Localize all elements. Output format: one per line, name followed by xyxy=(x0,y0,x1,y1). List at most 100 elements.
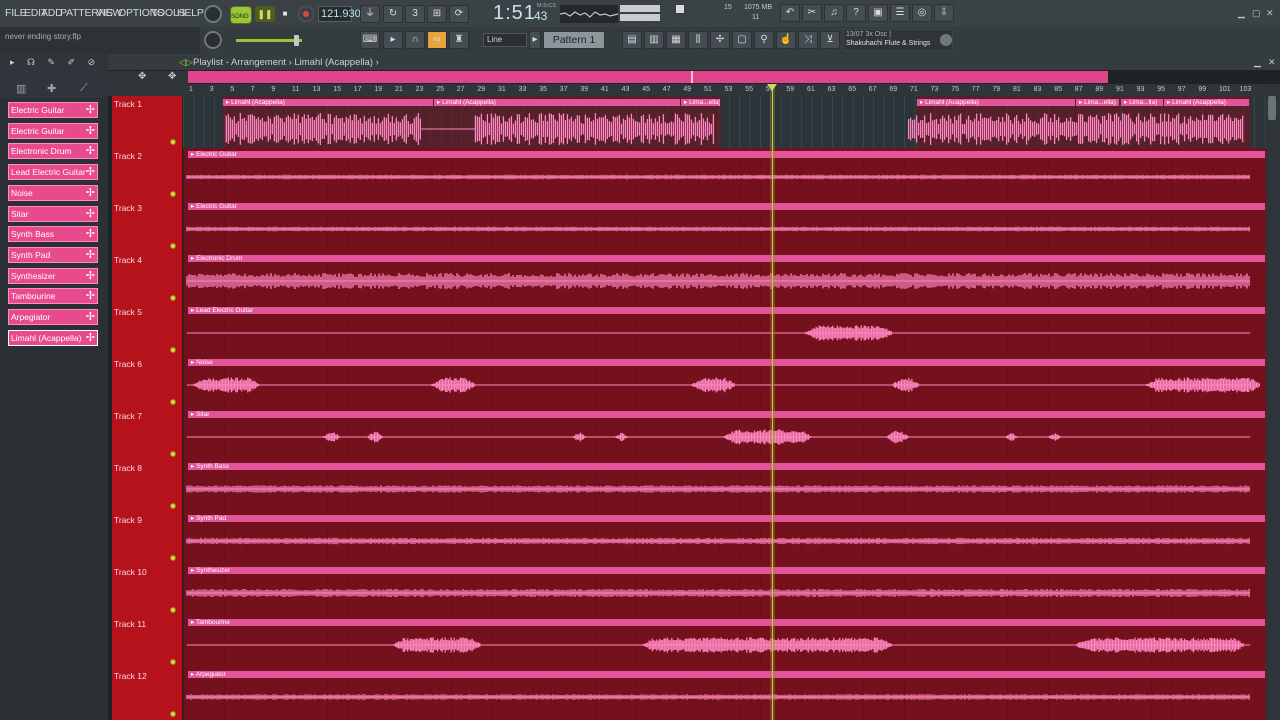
track-name[interactable]: Track 5 xyxy=(114,307,142,317)
track-mute-led[interactable] xyxy=(170,711,176,717)
record-button[interactable] xyxy=(298,6,314,22)
piano-roll-icon[interactable]: ▥ xyxy=(644,31,664,49)
channel-button[interactable]: Tambourine ✢ xyxy=(8,288,98,305)
channel-button[interactable]: Synth Pad ✢ xyxy=(8,246,98,263)
plug-icon[interactable]: ⚲ xyxy=(754,31,774,49)
menu-help[interactable]: HELP xyxy=(177,7,204,19)
channel-plus-icon[interactable]: ✢ xyxy=(86,289,95,303)
channel-button[interactable]: Arpegiator ✢ xyxy=(8,309,98,325)
channel-button[interactable]: Synth Bass ✢ xyxy=(8,226,98,243)
channel-plus-icon[interactable]: ✢ xyxy=(86,269,95,283)
track-name[interactable]: Track 8 xyxy=(114,463,142,473)
channel-plus-icon[interactable]: ✢ xyxy=(86,165,95,179)
channel-plus-icon[interactable]: ✢ xyxy=(86,207,95,221)
track-name[interactable]: Track 12 xyxy=(114,671,147,681)
countdown-icon[interactable]: 3 xyxy=(405,5,425,23)
minimize-icon[interactable]: ▁ xyxy=(1238,8,1245,19)
cut-icon[interactable]: ✂ xyxy=(802,4,822,22)
pattern-nav-icon[interactable]: ▸ xyxy=(529,31,541,49)
channel-plus-icon[interactable]: ✢ xyxy=(86,331,95,345)
channel-button[interactable]: Noise ✢ xyxy=(8,184,98,201)
undo-icon[interactable]: ↶ xyxy=(780,4,800,22)
wait-input-icon[interactable]: ↻ xyxy=(383,5,403,23)
help-icon[interactable]: ? xyxy=(846,4,866,22)
master-volume-slider[interactable] xyxy=(236,39,302,42)
snap-selector[interactable]: Line xyxy=(483,33,527,47)
save-icon[interactable]: ▣ xyxy=(868,4,888,22)
channel-plus-icon[interactable]: ✢ xyxy=(86,103,95,117)
track-name[interactable]: Track 1 xyxy=(114,99,142,109)
toggle-icon[interactable]: ⤨ xyxy=(798,31,818,49)
playlist-minimize-icon[interactable]: ▁ xyxy=(1254,57,1261,68)
loop-record-icon[interactable]: ⟳ xyxy=(449,5,469,23)
globe-icon[interactable] xyxy=(940,34,952,46)
tempo-display[interactable]: 121.930 xyxy=(318,6,361,22)
track-mute-led[interactable] xyxy=(170,659,176,665)
track-mute-led[interactable] xyxy=(170,243,176,249)
picker-brush-icon[interactable]: ⟋ xyxy=(80,82,88,95)
stamp-icon[interactable]: ♜ xyxy=(449,31,469,49)
channel-plus-icon[interactable]: ✢ xyxy=(86,310,95,324)
picker-pattern-icon[interactable]: ▥ xyxy=(16,82,26,95)
track-mute-led[interactable] xyxy=(170,191,176,197)
track-name[interactable]: Track 11 xyxy=(114,619,146,629)
playlist-arrow-icon[interactable]: ◁▷ xyxy=(179,57,193,68)
zoom-out-icon[interactable]: ✥ xyxy=(168,71,176,82)
channel-button[interactable]: Electric Guitar ✢ xyxy=(8,122,98,139)
master-pitch-knob[interactable] xyxy=(204,31,222,49)
zoom-controls[interactable]: ✥ ✥ xyxy=(108,71,188,96)
track-mute-led[interactable] xyxy=(170,399,176,405)
playlist-grid[interactable]: ▸ Limahl (Acappella) ▸ Limahl (Acappella)… xyxy=(183,96,1266,720)
playlist-icon[interactable]: ▤ xyxy=(622,31,642,49)
mixer-icon[interactable]: ☰ xyxy=(890,4,910,22)
channel-plus-icon[interactable]: ✢ xyxy=(86,144,95,158)
channel-plus-icon[interactable]: ✢ xyxy=(86,227,95,241)
keyboard-icon[interactable]: ⌨ xyxy=(360,31,380,49)
track-mute-led[interactable] xyxy=(170,503,176,509)
track-mute-led[interactable] xyxy=(170,555,176,561)
track-name[interactable]: Track 10 xyxy=(114,567,147,577)
track-name[interactable]: Track 4 xyxy=(114,255,142,265)
channel-plus-icon[interactable]: ✢ xyxy=(86,248,95,262)
close-icon[interactable]: ✕ xyxy=(1266,8,1274,19)
track-mute-led[interactable] xyxy=(170,451,176,457)
play-pause-button[interactable]: ❚❚ xyxy=(255,6,275,22)
channel-button[interactable]: Lead Electric Guitar ✢ xyxy=(8,164,98,181)
scrollbar-thumb[interactable] xyxy=(1268,96,1276,120)
link-icon[interactable]: ∞ xyxy=(427,31,447,49)
track-mute-led[interactable] xyxy=(170,295,176,301)
playlist-close-icon[interactable]: ✕ xyxy=(1268,57,1276,68)
track-name[interactable]: Track 3 xyxy=(114,203,142,213)
channel-plus-icon[interactable]: ✢ xyxy=(86,124,95,138)
download-icon[interactable]: ⇩ xyxy=(934,4,954,22)
track-name[interactable]: Track 7 xyxy=(114,411,142,421)
channel-plus-icon[interactable]: ✢ xyxy=(86,186,95,200)
channel-button[interactable]: Electronic Drum ✢ xyxy=(8,143,98,160)
touch-icon[interactable]: ☝ xyxy=(776,31,796,49)
channel-button[interactable]: Sitar ✢ xyxy=(8,205,98,222)
track-name[interactable]: Track 9 xyxy=(114,515,142,525)
track-mute-led[interactable] xyxy=(170,607,176,613)
channel-button[interactable]: Limahl (Acappella) ✢ xyxy=(8,329,98,346)
track-name[interactable]: Track 6 xyxy=(114,359,142,369)
maximize-icon[interactable]: ▢ xyxy=(1252,8,1261,19)
mixer-window-icon[interactable]: ⫼ xyxy=(688,31,708,49)
magnet-icon[interactable]: ∩ xyxy=(405,31,425,49)
metronome-icon[interactable]: ⏚ xyxy=(360,5,380,23)
track-mute-led[interactable] xyxy=(170,139,176,145)
browser-icon[interactable]: ▢ xyxy=(732,31,752,49)
zoom-icon[interactable]: ✥ xyxy=(138,71,146,82)
picker-clip-icon[interactable]: ✚ xyxy=(47,82,56,95)
channel-button[interactable]: Electric Guitar ✢ xyxy=(8,102,98,118)
slider-thumb[interactable] xyxy=(294,35,299,46)
playlist-horizontal-scrollbar[interactable] xyxy=(188,71,1108,83)
master-volume-knob[interactable] xyxy=(204,5,222,23)
channel-rack-icon[interactable]: ▦ xyxy=(666,31,686,49)
track-mute-led[interactable] xyxy=(170,347,176,353)
mic-icon[interactable]: ♫ xyxy=(824,4,844,22)
pattern-selector[interactable]: Pattern 1 xyxy=(543,31,605,49)
channel-button[interactable]: Synthesizer ✢ xyxy=(8,267,98,284)
playlist-vertical-scrollbar[interactable] xyxy=(1266,84,1280,720)
track-name[interactable]: Track 2 xyxy=(114,151,142,161)
time-format-label[interactable]: M:S:CS xyxy=(537,3,556,9)
